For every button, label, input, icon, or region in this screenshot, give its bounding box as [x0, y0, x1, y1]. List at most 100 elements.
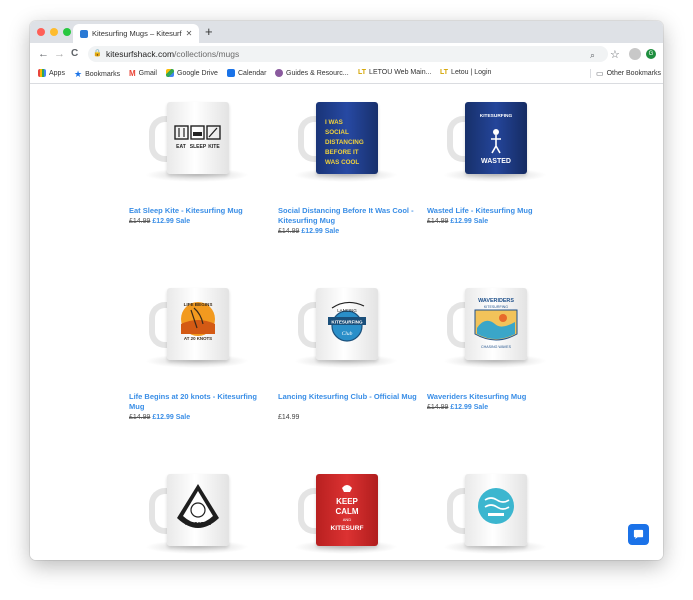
sale-price: £12.99 Sale — [450, 404, 489, 411]
back-icon[interactable]: ← — [38, 47, 49, 61]
mug-text: KITE — [208, 144, 220, 150]
product-image[interactable]: WAVERIDERS KITESURFING CHASING WAVES — [427, 274, 567, 374]
bookmark-letou-login[interactable]: LT Letou | Login — [440, 69, 491, 76]
bookmark-letou-main[interactable]: LT LETOU Web Main... — [358, 69, 431, 76]
bookmark-gmail[interactable]: M Gmail — [129, 69, 157, 78]
bookmark-apps[interactable]: Apps — [38, 69, 65, 77]
product-title-link[interactable]: Social Distancing Before It Was Cool - K… — [278, 206, 418, 226]
product-card[interactable]: EAT SLEEP KITE Eat Sleep Kite - Kitesurf… — [129, 88, 269, 248]
teal-kite-print — [478, 488, 514, 524]
mug-text: KITESURFING — [484, 305, 508, 309]
letou-icon: LT — [358, 69, 367, 76]
bookmark-google-drive[interactable]: Google Drive — [166, 69, 218, 77]
product-image[interactable]: HYDROFOIL — [129, 460, 269, 560]
url-domain: kitesurfshack.com — [106, 49, 175, 59]
mug-text: KITESURFING — [480, 113, 513, 119]
product-card[interactable]: KITESURFING WASTED Wasted Life - Kitesur… — [427, 88, 567, 248]
bookmark-guides[interactable]: Guides & Resourc... — [275, 69, 349, 77]
sale-price: £12.99 Sale — [152, 414, 191, 421]
mug-text: AND — [343, 517, 352, 522]
compare-at-price: £14.99 — [129, 414, 151, 421]
product-image[interactable]: LIFE BEGINS AT 20 KNOTS — [129, 274, 269, 374]
extension-icon[interactable]: G — [646, 49, 656, 59]
product-image[interactable]: I WAS SOCIAL DISTANCING BEFORE IT WAS CO… — [278, 88, 418, 188]
product-card[interactable] — [427, 460, 567, 560]
mug-text: LANCING — [337, 308, 357, 313]
sale-price: £12.99 Sale — [152, 218, 191, 225]
social-distancing-print: I WAS SOCIAL DISTANCING BEFORE IT WAS CO… — [325, 119, 364, 166]
mug-text: KITESURFING — [331, 320, 363, 325]
wasted-life-print: KITESURFING WASTED — [480, 113, 513, 165]
zoom-window-button[interactable] — [63, 28, 71, 36]
tab-title: Kitesurfing Mugs – Kitesurf Sh — [92, 29, 184, 38]
zoom-icon[interactable]: ⌕ — [590, 50, 595, 61]
tab-kitesurfing-mugs[interactable]: Kitesurfing Mugs – Kitesurf Sh ✕ — [73, 24, 199, 43]
minimize-window-button[interactable] — [50, 28, 58, 36]
product-price: £14.99 £12.99 Sale — [129, 217, 269, 227]
product-title-link[interactable]: Waveriders Kitesurfing Mug — [427, 392, 567, 402]
reload-icon[interactable]: C — [71, 47, 78, 61]
sale-price: £12.99 Sale — [450, 218, 489, 225]
hydrofoil-print: HYDROFOIL — [177, 484, 219, 528]
new-tab-button[interactable]: + — [205, 25, 213, 39]
gmail-icon: M — [129, 69, 136, 78]
mug-text: Club — [342, 331, 353, 337]
product-card[interactable]: LIFE BEGINS AT 20 KNOTS Life Begins at 2… — [129, 274, 269, 434]
product-title-link[interactable]: Wasted Life - Kitesurfing Mug — [427, 206, 567, 216]
bookmark-label: Letou | Login — [451, 69, 492, 76]
address-bar[interactable]: 🔒 kitesurfshack.com/collections/mugs — [88, 46, 608, 62]
mug-text: CALM — [335, 507, 358, 516]
mug-text: AT 20 KNOTS — [184, 336, 212, 341]
mug-text: SLEEP — [190, 144, 207, 150]
browser-toolbar: ← → C 🔒 kitesurfshack.com/collections/mu… — [30, 43, 663, 65]
bookmarks-bar: Apps ★ Bookmarks M Gmail Google Drive Ca… — [30, 65, 663, 84]
product-card[interactable]: I WAS SOCIAL DISTANCING BEFORE IT WAS CO… — [278, 88, 418, 248]
bookmark-other[interactable]: ▭ Other Bookmarks — [590, 69, 661, 78]
folder-icon: ▭ — [596, 69, 604, 78]
compare-at-price: £14.99 — [427, 218, 449, 225]
mug-text: LIFE BEGINS — [184, 302, 213, 307]
product-card[interactable]: LANCING KITESURFING Club Lancing Kitesur… — [278, 274, 418, 434]
bookmark-label: Calendar — [238, 69, 267, 77]
lancing-club-print: LANCING KITESURFING Club — [328, 301, 366, 342]
url-path: /collections/mugs — [174, 49, 240, 59]
product-card[interactable]: KEEP CALM AND KITESURF — [278, 460, 418, 560]
product-image[interactable]: KITESURFING WASTED — [427, 88, 567, 188]
profile-avatar[interactable] — [629, 48, 641, 60]
bookmark-label: Other Bookmarks — [606, 70, 662, 77]
bookmark-label: LETOU Web Main... — [369, 69, 432, 76]
mug-text: KITESURF — [331, 525, 364, 532]
mug-text: WASTED — [481, 158, 511, 165]
product-price: £14.99 £12.99 Sale — [427, 217, 567, 227]
star-icon: ★ — [74, 69, 83, 79]
life-begins-print: LIFE BEGINS AT 20 KNOTS — [181, 302, 215, 341]
bookmark-label: Google Drive — [177, 69, 218, 77]
drive-icon — [166, 69, 174, 77]
mug-text: HYDROFOIL — [185, 521, 211, 526]
tab-close-icon[interactable]: ✕ — [184, 29, 194, 38]
mug-text: CHASING WAVES — [481, 345, 512, 349]
calendar-icon — [227, 69, 235, 77]
product-card[interactable]: WAVERIDERS KITESURFING CHASING WAVES Wav… — [427, 274, 567, 434]
site-favicon-icon — [80, 29, 88, 38]
product-card[interactable]: HYDROFOIL — [129, 460, 269, 560]
product-image[interactable]: LANCING KITESURFING Club — [278, 274, 418, 374]
product-image[interactable] — [427, 460, 567, 560]
bookmark-label: Guides & Resourc... — [286, 69, 349, 77]
forward-icon[interactable]: → — [54, 47, 65, 61]
window-controls — [37, 28, 71, 36]
bookmark-bookmarks[interactable]: ★ Bookmarks — [74, 69, 120, 80]
eat-sleep-kite-print: EAT SLEEP KITE — [174, 125, 221, 150]
product-image[interactable]: EAT SLEEP KITE — [129, 88, 269, 188]
product-image[interactable]: KEEP CALM AND KITESURF — [278, 460, 418, 560]
bookmark-star-icon[interactable]: ☆ — [610, 48, 620, 61]
product-title-link[interactable]: Lancing Kitesurfing Club - Official Mug — [278, 392, 418, 402]
chat-widget-button[interactable] — [628, 524, 649, 545]
chat-bubble-icon — [633, 529, 644, 540]
product-title-link[interactable]: Eat Sleep Kite - Kitesurfing Mug — [129, 206, 269, 216]
collection-grid: EAT SLEEP KITE Eat Sleep Kite - Kitesurf… — [30, 84, 663, 560]
product-title-link[interactable]: Life Begins at 20 knots - Kitesurfing Mu… — [129, 392, 269, 412]
bookmark-calendar[interactable]: Calendar — [227, 69, 266, 77]
letou-icon: LT — [440, 69, 449, 76]
close-window-button[interactable] — [37, 28, 45, 36]
